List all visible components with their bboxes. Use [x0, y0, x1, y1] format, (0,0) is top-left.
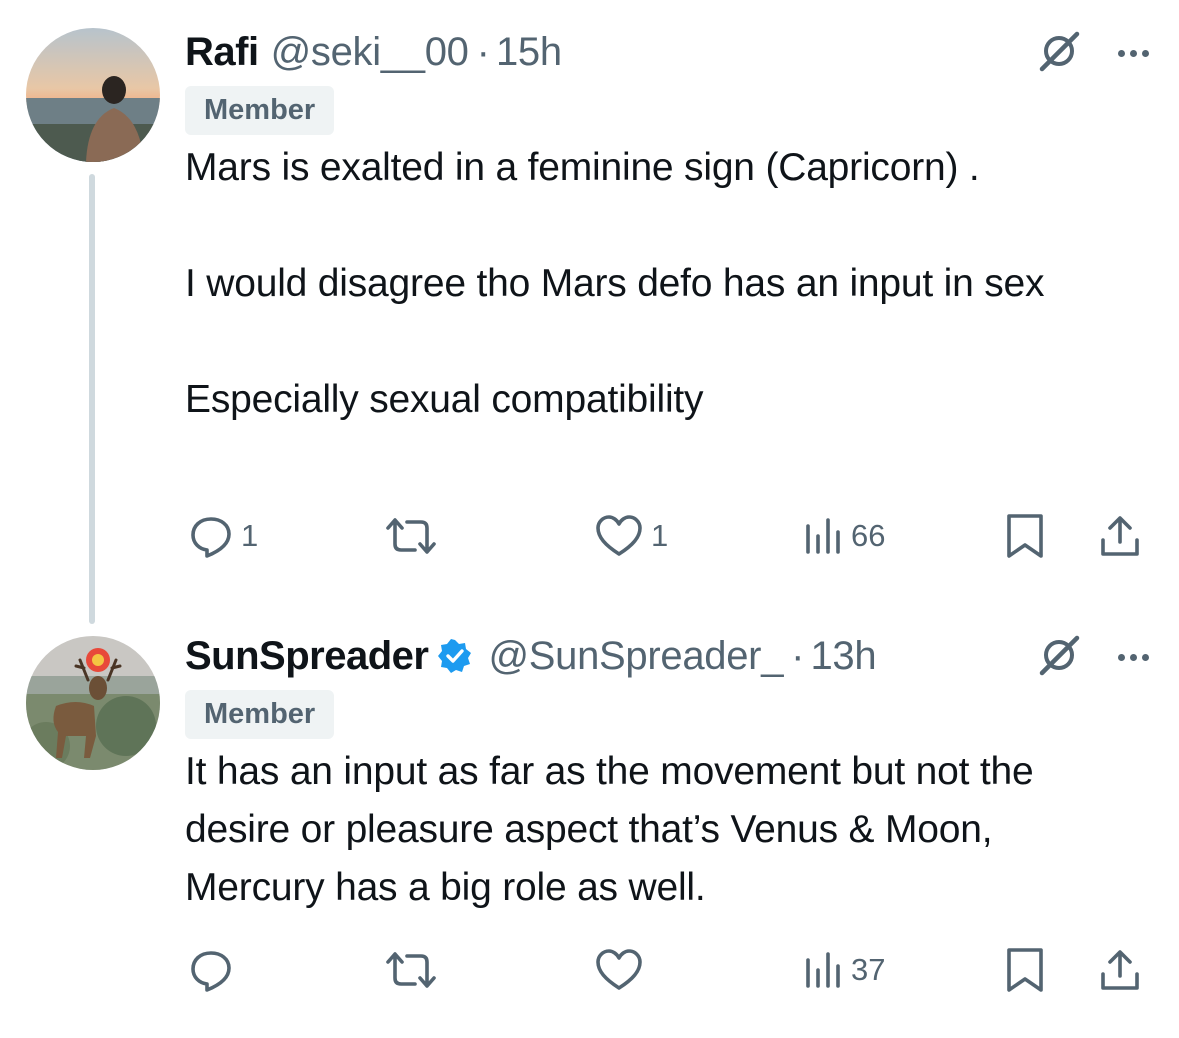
- tweet-header: Rafi @seki__00 · 15h: [185, 24, 1149, 80]
- tweet-paragraph: Mars is exalted in a feminine sign (Capr…: [185, 146, 980, 189]
- tweet-paragraph: I would disagree tho Mars defo has an in…: [185, 262, 1045, 305]
- reply-button[interactable]: 1: [189, 506, 258, 566]
- action-bar: 37: [185, 940, 1149, 1000]
- member-badge: Member: [185, 86, 335, 135]
- display-name[interactable]: Rafi: [185, 30, 259, 75]
- avatar-image: [26, 28, 160, 162]
- repost-button[interactable]: [385, 940, 445, 1000]
- tweet-paragraph: It has an input as far as the movement b…: [185, 750, 1034, 909]
- reply-icon: [189, 514, 233, 558]
- repost-button[interactable]: [385, 506, 445, 566]
- thread-line: [89, 174, 95, 624]
- views-button[interactable]: 66: [803, 506, 885, 566]
- avatar-image: [26, 636, 160, 770]
- tweet-text: It has an input as far as the movement b…: [185, 743, 1149, 917]
- like-icon: [595, 948, 643, 992]
- reply-button[interactable]: [189, 940, 241, 1000]
- reply-icon: [189, 948, 233, 992]
- like-icon: [595, 514, 643, 558]
- share-button[interactable]: [1099, 940, 1141, 1000]
- bookmark-icon: [1005, 947, 1045, 993]
- bookmark-button[interactable]: [1005, 940, 1045, 1000]
- grok-icon[interactable]: [1036, 28, 1082, 79]
- grok-icon[interactable]: [1036, 632, 1082, 683]
- tweet-paragraph: Especially sexual compatibility: [185, 378, 704, 421]
- avatar[interactable]: [26, 28, 160, 162]
- tweet-header: SunSpreader @SunSpreader_ · 13h: [185, 628, 1149, 684]
- timestamp[interactable]: 15h: [496, 30, 562, 75]
- tweet-text: Mars is exalted in a feminine sign (Capr…: [185, 139, 1149, 429]
- views-button[interactable]: 37: [803, 940, 885, 1000]
- reply-count: 1: [241, 518, 259, 553]
- more-icon[interactable]: [1118, 50, 1149, 57]
- share-button[interactable]: [1099, 506, 1141, 566]
- user-handle[interactable]: @SunSpreader_: [488, 634, 783, 679]
- verified-badge-icon[interactable]: [438, 639, 472, 673]
- separator-dot: ·: [791, 633, 805, 678]
- share-icon: [1099, 514, 1141, 558]
- avatar[interactable]: [26, 636, 160, 770]
- bookmark-button[interactable]: [1005, 506, 1045, 566]
- separator-dot: ·: [476, 29, 490, 74]
- repost-icon: [385, 948, 437, 992]
- views-count: 37: [851, 952, 886, 987]
- like-button[interactable]: 1: [595, 506, 668, 566]
- more-icon[interactable]: [1118, 654, 1149, 661]
- display-name[interactable]: SunSpreader: [185, 634, 429, 679]
- member-badge: Member: [185, 690, 335, 739]
- views-count: 66: [851, 518, 886, 553]
- bookmark-icon: [1005, 513, 1045, 559]
- repost-icon: [385, 514, 437, 558]
- views-icon: [803, 950, 843, 990]
- like-button[interactable]: [595, 940, 651, 1000]
- action-bar: 1 1 66: [185, 506, 1149, 566]
- views-icon: [803, 516, 843, 556]
- timestamp[interactable]: 13h: [810, 634, 876, 679]
- like-count: 1: [651, 518, 669, 553]
- share-icon: [1099, 948, 1141, 992]
- user-handle[interactable]: @seki__00: [271, 30, 469, 75]
